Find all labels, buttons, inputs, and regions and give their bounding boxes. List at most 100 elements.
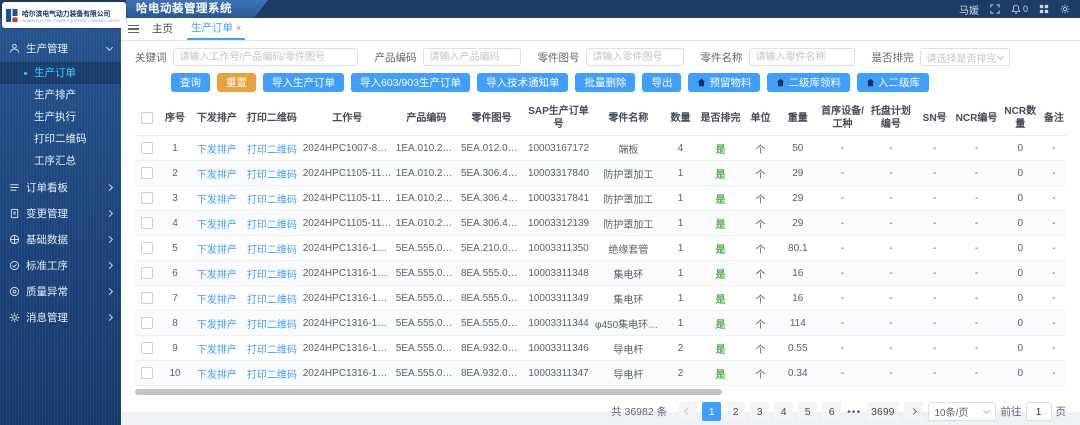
settings-gear-icon[interactable] bbox=[1060, 4, 1070, 14]
page-size-select[interactable]: 10条/页 bbox=[928, 402, 996, 421]
cell-first-device: - bbox=[818, 136, 866, 161]
page-button[interactable]: 4 bbox=[774, 402, 793, 421]
toolbar-button[interactable]: 批量删除 bbox=[575, 73, 635, 92]
send-to-production-link[interactable]: 下发排产 bbox=[197, 370, 237, 381]
send-to-production-link[interactable]: 下发排产 bbox=[197, 270, 237, 281]
row-checkbox[interactable] bbox=[141, 142, 153, 154]
sidebar-item-sub[interactable]: 工序汇总 bbox=[0, 150, 121, 172]
cell-sap-order-no: 10003311347 bbox=[524, 361, 593, 386]
row-checkbox[interactable] bbox=[141, 167, 153, 179]
scrollbar-thumb[interactable] bbox=[135, 389, 722, 395]
toolbar-button[interactable]: 预留物料 bbox=[688, 73, 760, 92]
goto-page-input[interactable] bbox=[1026, 402, 1052, 421]
filter-field: 是否排完请选择是否排完 bbox=[872, 48, 1010, 66]
sidebar-group[interactable]: 质量异常 bbox=[0, 279, 121, 303]
scheduled-badge: 是 bbox=[716, 320, 726, 331]
sidebar-group[interactable]: 变更管理 bbox=[0, 201, 121, 225]
cell-work-no: 2024HPC1007-847-1 bbox=[301, 136, 394, 161]
cell-scheduled: 是 bbox=[697, 186, 744, 211]
page-button[interactable]: 2 bbox=[726, 402, 745, 421]
tab-label: 生产订单 bbox=[191, 18, 233, 39]
sidebar-group[interactable]: 订单看板 bbox=[0, 175, 121, 199]
send-to-production-link[interactable]: 下发排产 bbox=[197, 345, 237, 356]
print-qrcode-link[interactable]: 打印二维码 bbox=[247, 245, 297, 256]
print-qrcode-link[interactable]: 打印二维码 bbox=[247, 295, 297, 306]
sidebar-item-active[interactable]: 生产订单 bbox=[0, 62, 121, 84]
cell-print: 打印二维码 bbox=[243, 236, 301, 261]
prev-page-button[interactable] bbox=[678, 402, 697, 421]
goto-suffix: 页 bbox=[1056, 404, 1067, 419]
cell-remark: - bbox=[1042, 261, 1066, 286]
sidebar-item-sub[interactable]: 生产排产 bbox=[0, 84, 121, 106]
toolbar-button[interactable]: 查询 bbox=[171, 73, 210, 92]
print-qrcode-link[interactable]: 打印二维码 bbox=[247, 270, 297, 281]
page-ellipsis[interactable]: ••• bbox=[846, 406, 862, 418]
notifications-bell-icon[interactable]: 0 bbox=[1011, 4, 1028, 14]
print-qrcode-link[interactable]: 打印二维码 bbox=[247, 195, 297, 206]
sidebar-group[interactable]: 消息管理 bbox=[0, 305, 121, 329]
sidebar-group-label: 生产管理 bbox=[26, 41, 101, 56]
tab-close-icon[interactable]: × bbox=[236, 18, 241, 39]
cell-pallet-plan-no: - bbox=[867, 161, 915, 186]
gear-icon bbox=[9, 312, 20, 323]
send-to-production-link[interactable]: 下发排产 bbox=[197, 245, 237, 256]
row-checkbox[interactable] bbox=[141, 292, 153, 304]
filter-input[interactable] bbox=[423, 48, 521, 66]
column-header: 是否排完 bbox=[697, 101, 744, 136]
cell-part-no: 5EA.555.0312 bbox=[459, 311, 524, 336]
print-qrcode-link[interactable]: 打印二维码 bbox=[247, 320, 297, 331]
page-button-last[interactable]: 3699 bbox=[867, 402, 898, 421]
toolbar-button[interactable]: 导入603/903生产订单 bbox=[351, 73, 470, 92]
username[interactable]: 马媛 bbox=[959, 2, 979, 17]
apps-grid-icon[interactable] bbox=[1039, 4, 1049, 14]
print-qrcode-link[interactable]: 打印二维码 bbox=[247, 220, 297, 231]
filter-select[interactable]: 请选择是否排完 bbox=[920, 48, 1010, 66]
send-to-production-link[interactable]: 下发排产 bbox=[197, 220, 237, 231]
filter-input[interactable] bbox=[749, 48, 855, 66]
send-to-production-link[interactable]: 下发排产 bbox=[197, 145, 237, 156]
select-all-checkbox[interactable] bbox=[141, 112, 153, 124]
send-to-production-link[interactable]: 下发排产 bbox=[197, 295, 237, 306]
toolbar-button[interactable]: 导入生产订单 bbox=[263, 73, 344, 92]
fullscreen-icon[interactable] bbox=[990, 4, 1000, 14]
filter-input[interactable] bbox=[173, 48, 358, 66]
page-button[interactable]: 1 bbox=[702, 402, 721, 421]
cell-unit: 个 bbox=[744, 361, 778, 386]
print-qrcode-link[interactable]: 打印二维码 bbox=[247, 370, 297, 381]
sidebar-item-sub[interactable]: 生产执行 bbox=[0, 106, 121, 128]
send-to-production-link[interactable]: 下发排产 bbox=[197, 170, 237, 181]
print-qrcode-link[interactable]: 打印二维码 bbox=[247, 145, 297, 156]
toolbar-button[interactable]: 导出 bbox=[642, 73, 681, 92]
row-checkbox[interactable] bbox=[141, 342, 153, 354]
row-checkbox[interactable] bbox=[141, 317, 153, 329]
row-checkbox[interactable] bbox=[141, 242, 153, 254]
filter-input[interactable] bbox=[586, 48, 684, 66]
sidebar-group-production-management[interactable]: 生产管理 bbox=[0, 36, 121, 60]
sidebar-item-sub[interactable]: 打印二维码 bbox=[0, 128, 121, 150]
sidebar-group[interactable]: 标准工序 bbox=[0, 253, 121, 277]
page-button[interactable]: 3 bbox=[750, 402, 769, 421]
sidebar-group[interactable]: 基础数据 bbox=[0, 227, 121, 251]
cell-part-name: 绝缘套管 bbox=[593, 236, 664, 261]
next-page-button[interactable] bbox=[904, 402, 923, 421]
toolbar-button[interactable]: 重置 bbox=[217, 73, 256, 92]
row-checkbox[interactable] bbox=[141, 192, 153, 204]
company-name-en: HARBIN ELECTRIC POWER EQUIPMENT COMPANY … bbox=[22, 18, 107, 22]
row-checkbox[interactable] bbox=[141, 367, 153, 379]
button-label: 二级库领料 bbox=[788, 75, 841, 90]
row-checkbox[interactable] bbox=[141, 217, 153, 229]
send-to-production-link[interactable]: 下发排产 bbox=[197, 195, 237, 206]
sidebar-toggle-icon[interactable] bbox=[128, 25, 139, 34]
send-to-production-link[interactable]: 下发排产 bbox=[197, 320, 237, 331]
toolbar-button[interactable]: 入二级库 bbox=[857, 73, 929, 92]
tab-active[interactable]: 生产订单× bbox=[187, 18, 245, 40]
cell-first-device: - bbox=[818, 311, 866, 336]
toolbar-button[interactable]: 二级库领料 bbox=[767, 73, 850, 92]
toolbar-button[interactable]: 导入技术通知单 bbox=[477, 73, 569, 92]
print-qrcode-link[interactable]: 打印二维码 bbox=[247, 345, 297, 356]
page-button[interactable]: 6 bbox=[822, 402, 841, 421]
page-button[interactable]: 5 bbox=[798, 402, 817, 421]
tab-home[interactable]: 主页 bbox=[148, 18, 177, 40]
row-checkbox[interactable] bbox=[141, 267, 153, 279]
print-qrcode-link[interactable]: 打印二维码 bbox=[247, 170, 297, 181]
